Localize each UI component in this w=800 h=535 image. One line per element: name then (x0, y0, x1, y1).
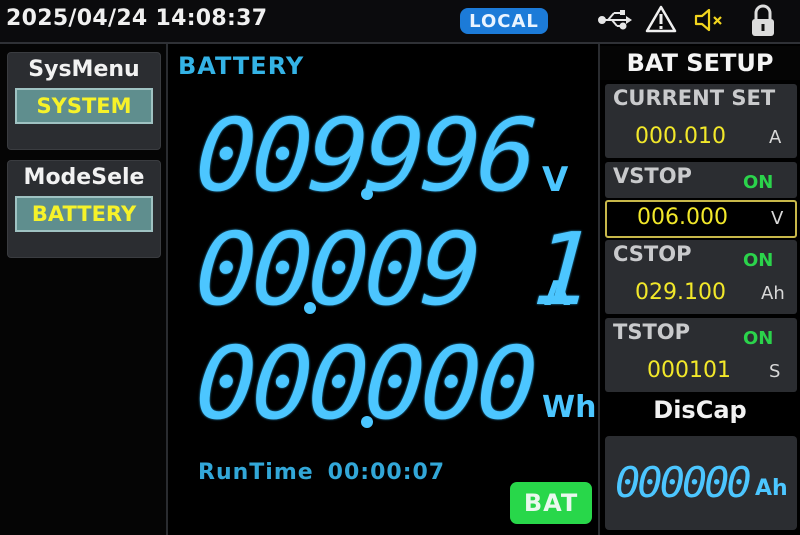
current-set-label: CURRENT SET (613, 86, 776, 110)
datetime: 2025/04/24 14:08:37 (6, 6, 268, 31)
current-set-unit: A (769, 127, 782, 148)
sysmenu-card[interactable]: SysMenu SYSTEM (7, 52, 161, 150)
discap-value: 000000 (615, 458, 752, 507)
vstop-state[interactable]: ON (743, 172, 773, 193)
cstop-field[interactable]: CSTOP ON 029.100 Ah (605, 240, 797, 314)
lock-icon (748, 3, 778, 43)
discap-unit: Ah (755, 476, 788, 501)
current-readout: 00009 1 (191, 211, 594, 328)
modesel-card[interactable]: ModeSele BATTERY (7, 160, 161, 258)
cstop-state[interactable]: ON (743, 250, 773, 271)
sysmenu-value[interactable]: SYSTEM (15, 88, 153, 124)
left-menu-panel: SysMenu SYSTEM ModeSele BATTERY (0, 44, 168, 535)
current-set-field[interactable]: CURRENT SET 000.010 A (605, 84, 797, 158)
vstop-label: VSTOP (613, 164, 692, 188)
main-display: BATTERY 009996 V 00009 1 A 000000 Wh Run… (168, 44, 598, 535)
voltage-decimal-point (361, 188, 373, 200)
tstop-field[interactable]: TSTOP ON 000101 S (605, 318, 797, 392)
current-unit: A (544, 274, 571, 314)
modesel-value[interactable]: BATTERY (15, 196, 153, 232)
cstop-unit: Ah (761, 283, 785, 304)
sysmenu-title: SysMenu (28, 57, 140, 82)
vstop-unit: V (771, 208, 784, 229)
setup-panel: BAT SETUP CURRENT SET 000.010 A VSTOP ON… (598, 44, 800, 535)
voltage-unit: V (542, 160, 569, 200)
current-set-value[interactable]: 000.010 (635, 124, 726, 149)
tstop-label: TSTOP (613, 320, 691, 344)
vstop-field[interactable]: VSTOP ON (605, 162, 797, 198)
tstop-unit: S (769, 361, 781, 382)
vstop-value-field[interactable]: 006.000 V (605, 200, 797, 238)
energy-unit: Wh (542, 390, 597, 425)
tstop-value[interactable]: 000101 (647, 358, 731, 383)
runtime-value: 00:00:07 (327, 460, 446, 485)
modesel-title: ModeSele (23, 165, 145, 190)
bat-mode-badge[interactable]: BAT (510, 482, 592, 524)
discap-box: 000000 Ah (605, 436, 797, 530)
cstop-label: CSTOP (613, 242, 692, 266)
mute-icon (693, 7, 727, 37)
mode-label: BATTERY (178, 52, 305, 80)
vstop-value[interactable]: 006.000 (637, 205, 728, 230)
warning-icon (645, 4, 677, 38)
current-decimal-point (304, 302, 316, 314)
runtime-label: RunTime (198, 460, 314, 485)
runtime: RunTime 00:00:07 (198, 460, 445, 485)
discap-title: DisCap (653, 396, 747, 424)
local-mode-button[interactable]: LOCAL (460, 8, 548, 34)
setup-title: BAT SETUP (600, 46, 800, 80)
tstop-state[interactable]: ON (743, 328, 773, 349)
status-bar: 2025/04/24 14:08:37 LOCAL (0, 0, 800, 44)
energy-decimal-point (361, 416, 373, 428)
cstop-value[interactable]: 029.100 (635, 280, 726, 305)
usb-icon (598, 8, 632, 36)
